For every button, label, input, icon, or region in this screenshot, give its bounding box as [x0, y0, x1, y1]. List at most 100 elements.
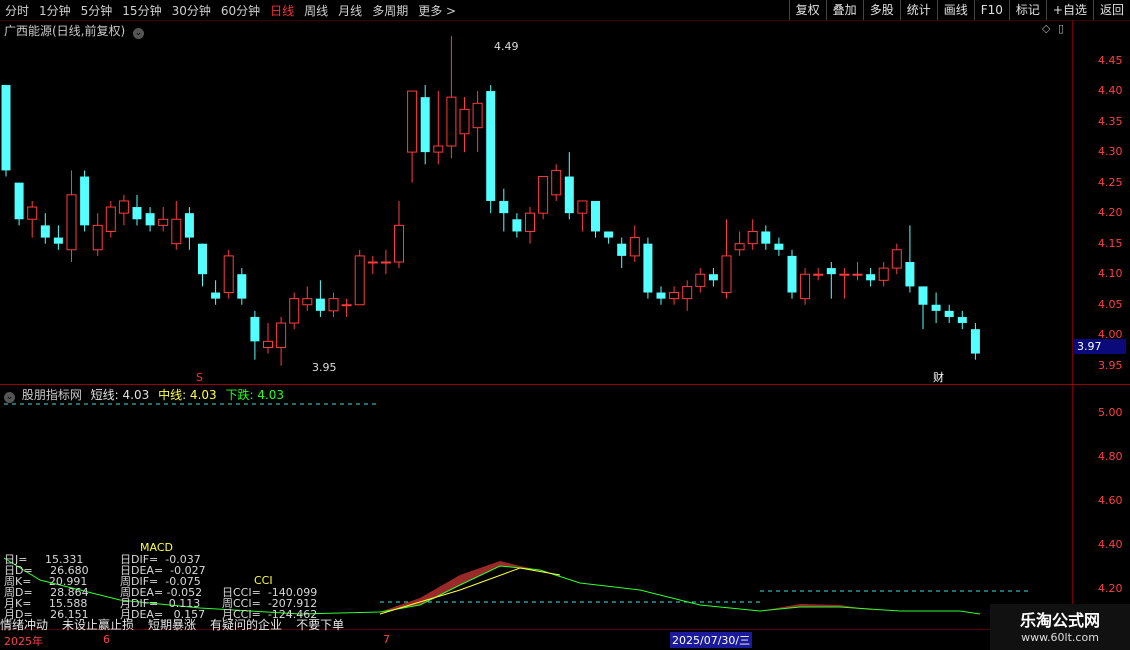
indicator-tick-3: 4.40 — [1098, 538, 1123, 551]
candle-body — [394, 224, 404, 263]
watermark: 乐淘公式网 www.60lt.com — [990, 604, 1130, 650]
price-tick-4: 4.25 — [1098, 175, 1123, 189]
candle-body — [866, 274, 876, 281]
date-month-6: 6 — [103, 633, 110, 646]
candle-body — [891, 249, 902, 269]
price-tick-0: 4.45 — [1098, 53, 1123, 67]
candle-body — [198, 243, 207, 275]
candle-body — [40, 225, 50, 238]
candle-body — [341, 304, 352, 307]
candle-body — [92, 224, 103, 251]
candle-body — [132, 207, 142, 220]
candle-body — [420, 97, 430, 153]
price-tick-10: 3.95 — [1098, 358, 1123, 372]
candle-body — [918, 286, 928, 305]
candle-body — [957, 316, 967, 324]
candle-body — [380, 261, 391, 264]
candle-body — [302, 298, 313, 306]
candle-body — [591, 200, 600, 232]
candle-body — [826, 268, 836, 275]
short-line-value: 短线: 4.03 — [90, 388, 150, 402]
watermark-title: 乐淘公式网 — [1019, 611, 1100, 630]
candle-body — [721, 255, 732, 294]
candle-body — [931, 304, 941, 311]
price-tick-8: 4.05 — [1098, 297, 1123, 311]
high-label: 4.49 — [494, 40, 519, 53]
candle-body — [852, 273, 863, 276]
cursor-date: 2025/07/30/三 — [670, 632, 753, 648]
candle-body — [577, 200, 588, 214]
finance-marker: 财 — [933, 370, 944, 384]
macd-area — [380, 561, 540, 612]
indicator-tick-2: 4.60 — [1098, 494, 1123, 507]
candle-body — [813, 273, 824, 276]
axis-divider — [1072, 20, 1073, 630]
watermark-url: www.60lt.com — [1021, 631, 1099, 644]
candle-body — [53, 237, 63, 244]
candle-body — [315, 298, 325, 311]
candle-body — [289, 298, 300, 324]
candle-body — [774, 243, 784, 250]
chevron-down-icon[interactable]: ⌄ — [4, 392, 15, 403]
low-label: 3.95 — [312, 361, 337, 374]
candle-body — [629, 237, 640, 257]
price-tick-6: 4.15 — [1098, 236, 1123, 250]
indicator-tick-0: 5.00 — [1098, 406, 1123, 419]
candle-body — [184, 213, 194, 238]
candle-body — [446, 96, 457, 147]
candle-body — [237, 274, 247, 299]
candle-body — [80, 176, 90, 226]
date-axis: 2025年 6 7 2025/07/30/三 — [0, 630, 1072, 650]
candle-body — [171, 218, 182, 245]
candle-body — [695, 273, 706, 287]
price-tick-2: 4.35 — [1098, 114, 1123, 128]
candle-body — [525, 212, 535, 232]
candle-body — [564, 176, 574, 214]
candle-body — [708, 274, 718, 281]
candle-body — [761, 231, 771, 244]
mid-line-value: 中线: 4.03 — [158, 388, 217, 402]
candle-body — [905, 262, 915, 287]
candle-body — [263, 340, 273, 348]
candle-body — [800, 273, 811, 300]
indicator-tick-4: 4.20 — [1098, 582, 1123, 595]
candle-body — [105, 206, 116, 232]
candle-body — [878, 267, 889, 281]
candle-body — [118, 200, 129, 214]
candle-body — [617, 243, 627, 256]
down-line-value: 下跌: 4.03 — [225, 388, 285, 402]
price-tick-1: 4.40 — [1098, 84, 1123, 98]
candle-body — [27, 206, 38, 220]
last-price-tag: 3.97 — [1074, 339, 1126, 354]
candle-body — [145, 213, 155, 226]
candle-body — [472, 102, 483, 129]
candle-body — [407, 90, 418, 153]
indicator-name: 股朋指标网 — [21, 388, 82, 402]
candle-body — [669, 292, 680, 300]
candle-body — [276, 322, 287, 348]
candle-body — [499, 200, 509, 214]
candle-body — [604, 231, 614, 238]
candle-body — [551, 169, 562, 196]
price-tick-3: 4.30 — [1098, 145, 1123, 159]
candle-body — [643, 243, 653, 293]
candle-body — [747, 230, 758, 245]
candle-body — [211, 292, 221, 299]
date-month-7: 7 — [383, 633, 390, 646]
candle-body — [328, 298, 339, 312]
candle-body — [459, 108, 470, 135]
candle-body — [512, 219, 522, 232]
candle-body — [433, 145, 444, 153]
candle-body — [367, 261, 378, 264]
indicator-tick-1: 4.80 — [1098, 450, 1123, 463]
price-tick-7: 4.10 — [1098, 267, 1123, 281]
candle-body — [734, 243, 745, 251]
price-tick-5: 4.20 — [1098, 206, 1123, 220]
candle-body — [538, 176, 549, 214]
date-year: 2025年 — [4, 635, 43, 648]
candle-body — [486, 91, 496, 201]
candle-body — [354, 255, 365, 306]
candle-body — [787, 255, 797, 293]
candle-body — [250, 316, 260, 342]
candle-body — [944, 310, 954, 317]
